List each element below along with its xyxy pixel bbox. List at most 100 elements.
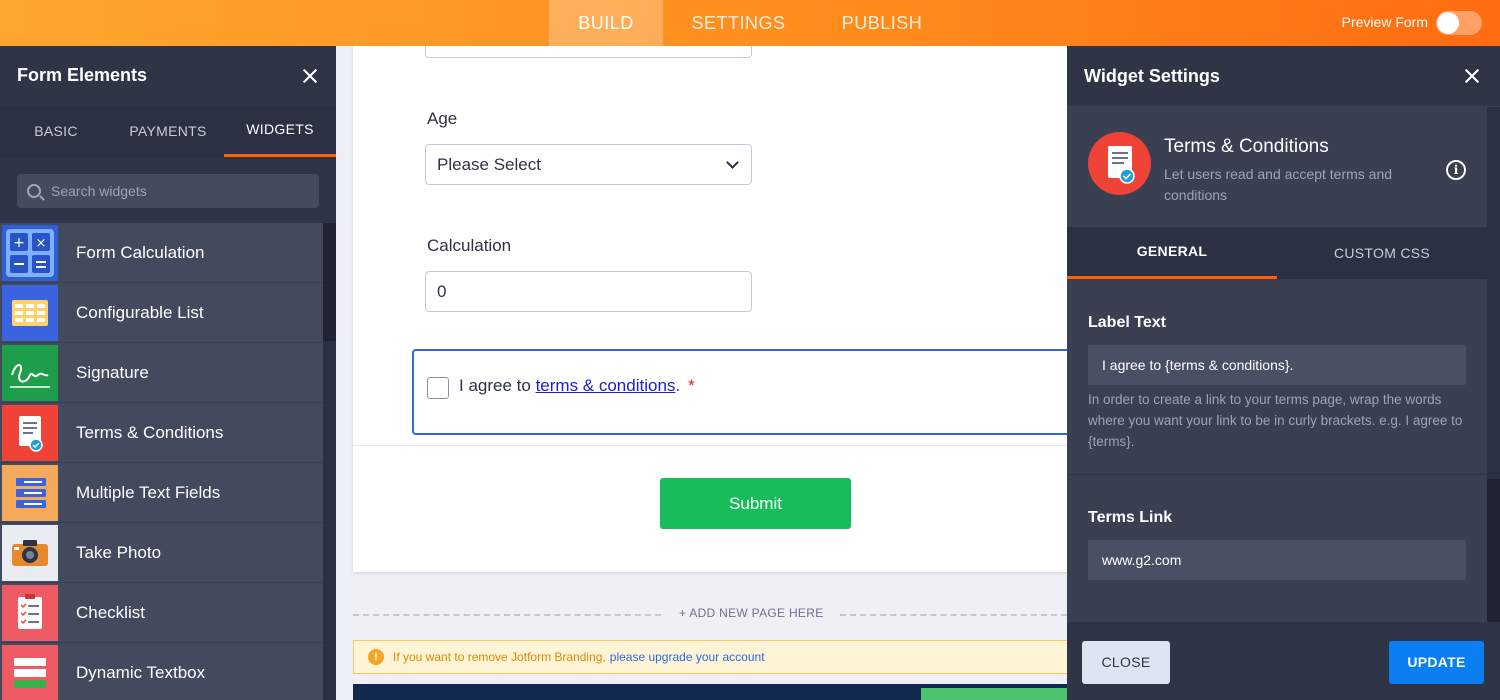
widget-label: Signature xyxy=(76,362,149,382)
label-text-input[interactable]: I agree to {terms & conditions}. xyxy=(1088,345,1466,385)
search-area xyxy=(0,157,336,223)
preview-form-label: Preview Form xyxy=(1341,14,1428,30)
terms-text: I agree to terms & conditions. * xyxy=(459,376,695,396)
upgrade-link[interactable]: please upgrade your account xyxy=(610,650,765,664)
label-text-label: Label Text xyxy=(1088,314,1166,331)
settings-footer: CLOSE UPDATE xyxy=(1067,624,1500,700)
form-elements-tabs: BASIC PAYMENTS WIDGETS xyxy=(0,105,336,157)
divider xyxy=(353,445,1067,446)
terms-checkbox[interactable] xyxy=(427,377,449,399)
search-box xyxy=(17,174,319,208)
add-new-page-label[interactable]: + ADD NEW PAGE HERE xyxy=(679,606,824,620)
tab-general[interactable]: GENERAL xyxy=(1067,227,1277,279)
tab-widgets[interactable]: WIDGETS xyxy=(224,105,336,157)
add-new-page[interactable]: + ADD NEW PAGE HERE xyxy=(353,605,1067,625)
checklist-icon xyxy=(2,584,58,641)
tab-publish[interactable]: PUBLISH xyxy=(828,0,936,46)
widget-info: Terms & Conditions Let users read and ac… xyxy=(1067,107,1500,227)
scrollbar-thumb[interactable] xyxy=(1487,479,1500,622)
preview-form-toggle[interactable] xyxy=(1436,11,1482,35)
camera-icon xyxy=(2,524,58,581)
svg-text:+: + xyxy=(13,235,25,251)
warning-icon: ! xyxy=(368,649,384,665)
dashed-line xyxy=(353,614,661,616)
widget-label: Checklist xyxy=(76,602,145,622)
terms-link-input[interactable]: www.g2.com xyxy=(1088,540,1466,580)
label-help-text: In order to create a link to your terms … xyxy=(1088,392,1463,449)
previous-field-input[interactable] xyxy=(425,46,752,58)
signature-icon xyxy=(2,344,58,401)
terms-link[interactable]: terms & conditions xyxy=(536,376,676,395)
widget-settings-header: Widget Settings xyxy=(1067,46,1500,107)
tab-payments[interactable]: PAYMENTS xyxy=(112,105,224,157)
widget-item-dynamic-textbox[interactable]: Dynamic Textbox xyxy=(0,643,323,700)
submit-button[interactable]: Submit xyxy=(660,478,851,529)
age-select[interactable]: Please Select xyxy=(425,144,752,185)
top-navigation-bar: BUILD SETTINGS PUBLISH Preview Form xyxy=(0,0,1500,46)
close-icon[interactable] xyxy=(1464,68,1480,84)
toggle-knob xyxy=(1437,12,1459,34)
terms-conditions-field[interactable]: I agree to terms & conditions. * xyxy=(412,349,1067,435)
widget-list: + × Form Calculation Configurable List Si… xyxy=(0,223,323,700)
form-card: Age Please Select Calculation 0 I agree … xyxy=(353,46,1067,572)
tab-basic[interactable]: BASIC xyxy=(0,105,112,157)
scrollbar-thumb[interactable] xyxy=(323,223,336,341)
list-grid-icon xyxy=(2,284,58,341)
calculator-icon: + × xyxy=(2,224,58,281)
widget-description: Let users read and accept terms and cond… xyxy=(1164,166,1393,203)
terms-link-label: Terms Link xyxy=(1088,509,1173,526)
form-canvas: Age Please Select Calculation 0 I agree … xyxy=(336,46,1067,700)
widget-settings-title: Widget Settings xyxy=(1084,65,1220,86)
widget-label: Configurable List xyxy=(76,302,204,322)
document-check-icon xyxy=(1088,132,1151,195)
svg-text:×: × xyxy=(36,236,47,251)
terms-prefix: I agree to xyxy=(459,376,536,395)
form-elements-header: Form Elements xyxy=(0,46,336,105)
divider xyxy=(1067,474,1487,475)
widget-item-multiple-text-fields[interactable]: Multiple Text Fields xyxy=(0,463,323,523)
required-mark: * xyxy=(688,376,695,395)
dashed-line xyxy=(840,614,1067,616)
widget-item-signature[interactable]: Signature xyxy=(0,343,323,403)
widget-item-terms-conditions[interactable]: Terms & Conditions xyxy=(0,403,323,463)
widget-label: Form Calculation xyxy=(76,242,205,262)
close-icon[interactable] xyxy=(302,68,318,84)
close-button[interactable]: CLOSE xyxy=(1082,641,1170,684)
search-icon xyxy=(27,184,41,198)
branding-notice: ! If you want to remove Jotform Branding… xyxy=(353,640,1067,674)
settings-scrollbar[interactable] xyxy=(1487,279,1500,622)
widget-item-form-calculation[interactable]: + × Form Calculation xyxy=(0,223,323,283)
terms-suffix: . xyxy=(675,376,681,395)
widget-settings-tabs: GENERAL CUSTOM CSS xyxy=(1067,227,1500,279)
form-elements-title: Form Elements xyxy=(17,65,148,85)
widget-title: Terms & Conditions xyxy=(1164,136,1329,157)
form-elements-panel: Form Elements BASIC PAYMENTS WIDGETS +× … xyxy=(0,46,336,700)
banner-button[interactable] xyxy=(921,688,1067,700)
age-label: Age xyxy=(427,109,458,128)
text-fields-icon xyxy=(2,464,58,521)
widget-item-checklist[interactable]: Checklist xyxy=(0,583,323,643)
age-select-value: Please Select xyxy=(437,154,541,174)
widget-label: Dynamic Textbox xyxy=(76,662,206,682)
search-widgets-input[interactable] xyxy=(51,183,301,199)
general-settings: Label Text I agree to {terms & condition… xyxy=(1067,279,1487,622)
chevron-down-icon xyxy=(726,156,739,169)
widget-label: Multiple Text Fields xyxy=(76,482,221,502)
calculation-label: Calculation xyxy=(427,236,512,255)
widget-settings-panel: Widget Settings Terms & Conditions Let u… xyxy=(1067,46,1500,700)
textbox-icon xyxy=(2,644,58,700)
info-icon[interactable]: i xyxy=(1446,160,1466,180)
update-button[interactable]: UPDATE xyxy=(1389,641,1484,684)
bottom-banner xyxy=(353,684,1067,700)
widget-label: Terms & Conditions xyxy=(76,422,224,442)
widget-item-take-photo[interactable]: Take Photo xyxy=(0,523,323,583)
tab-settings[interactable]: SETTINGS xyxy=(677,0,800,46)
widget-list-scrollbar[interactable] xyxy=(323,223,336,700)
widget-label: Take Photo xyxy=(76,542,162,562)
document-check-icon xyxy=(2,404,58,461)
branding-text: If you want to remove Jotform Branding, xyxy=(393,650,606,664)
calculation-field[interactable]: 0 xyxy=(425,271,752,312)
tab-build[interactable]: BUILD xyxy=(549,0,663,46)
tab-custom-css[interactable]: CUSTOM CSS xyxy=(1277,227,1487,279)
widget-item-configurable-list[interactable]: Configurable List xyxy=(0,283,323,343)
